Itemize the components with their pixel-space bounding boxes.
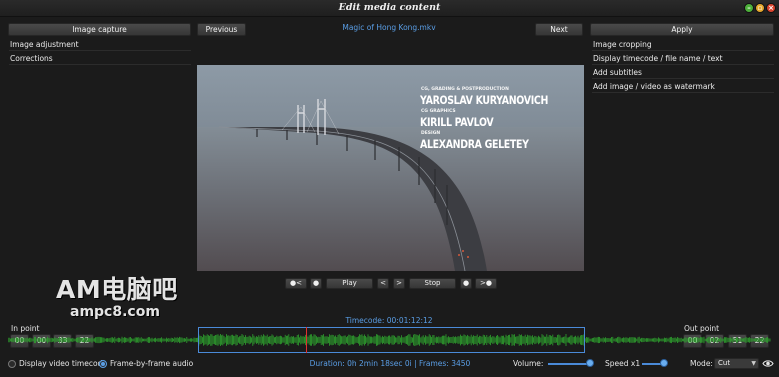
site-watermark: AM电脑吧 ampc8.com [56, 276, 192, 324]
file-name: Magic of Hong Kong.mkv [342, 23, 436, 32]
chevron-down-icon: ▼ [751, 360, 756, 367]
credit-name-1: YAROSLAV KURYANOVICH [420, 93, 549, 107]
sidebar-item-add-watermark[interactable]: Add image / video as watermark [592, 81, 774, 93]
duration-readout: Duration: 0h 2min 18sec 0i | Frames: 345… [309, 359, 471, 368]
credit-name-2: KIRILL PAVLOV [420, 115, 494, 129]
window-title: Edit media content [338, 2, 441, 13]
display-timecode-label[interactable]: Display video timecode [19, 359, 107, 368]
sidebar-item-display-timecode[interactable]: Display timecode / file name / text [592, 53, 774, 65]
speed-slider-handle[interactable] [659, 359, 668, 367]
sidebar-item-image-adjustment[interactable]: Image adjustment [9, 39, 191, 51]
mode-select[interactable]: Cut ▼ [714, 358, 759, 369]
credit-role-3: DESIGN [421, 131, 441, 136]
volume-label: Volume: [513, 359, 544, 368]
frame-audio-radio[interactable] [99, 360, 107, 368]
close-icon[interactable]: × [766, 3, 776, 13]
speed-label: Speed x1 [605, 359, 641, 368]
next-button[interactable]: Next [535, 23, 583, 36]
apply-button[interactable]: Apply [590, 23, 774, 36]
rewind-button[interactable]: ●< [285, 278, 307, 289]
credit-role-1: CG, GRADING & POSTPRODUCTION [421, 87, 509, 92]
mark-right-button[interactable]: ● [460, 278, 472, 289]
selection-range[interactable] [198, 327, 585, 353]
timecode-readout: Timecode: 00:01:12:12 [345, 316, 433, 325]
playhead[interactable] [306, 327, 308, 353]
credit-role-2: CG GRAPHICS [421, 109, 456, 114]
step-back-button[interactable]: < [377, 278, 389, 289]
previous-button[interactable]: Previous [197, 23, 246, 36]
play-button[interactable]: Play [326, 278, 373, 289]
minimize-icon[interactable]: – [744, 3, 754, 13]
stop-button[interactable]: Stop [409, 278, 456, 289]
volume-slider-handle[interactable] [585, 359, 594, 367]
watermark-line-1: AM电脑吧 [56, 275, 178, 304]
forward-button[interactable]: >● [475, 278, 497, 289]
step-forward-button[interactable]: > [393, 278, 405, 289]
sidebar-item-corrections[interactable]: Corrections [9, 53, 191, 65]
mark-left-button[interactable]: ● [310, 278, 322, 289]
video-preview[interactable]: CG, GRADING & POSTPRODUCTION YAROSLAV KU… [197, 65, 584, 271]
sidebar-item-add-subtitles[interactable]: Add subtitles [592, 67, 774, 79]
maximize-icon[interactable]: ▫ [755, 3, 765, 13]
credit-name-3: ALEXANDRA GELETEY [420, 137, 529, 151]
watermark-line-2: ampc8.com [70, 304, 160, 320]
sidebar-item-image-cropping[interactable]: Image cropping [592, 39, 774, 51]
frame-audio-label[interactable]: Frame-by-frame audio [110, 359, 193, 368]
mode-select-value: Cut [718, 359, 731, 367]
eye-icon[interactable] [762, 359, 774, 368]
image-capture-button[interactable]: Image capture [8, 23, 191, 36]
display-timecode-radio[interactable] [8, 360, 16, 368]
title-bar: Edit media content – ▫ × [0, 0, 779, 17]
mode-label: Mode: [690, 359, 713, 368]
